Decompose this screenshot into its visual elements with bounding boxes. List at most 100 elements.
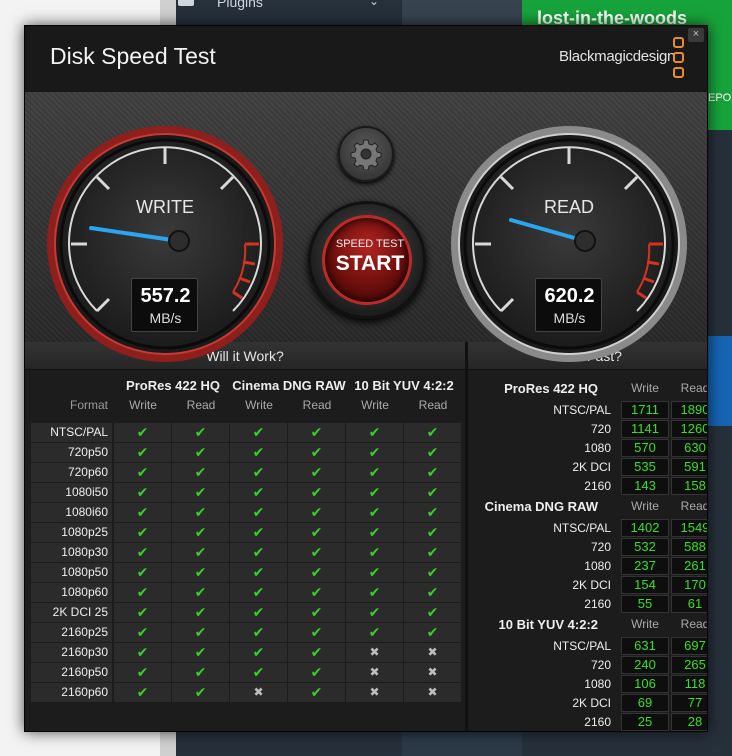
checkmark-icon: ✔ [288,563,345,582]
write-column-label: Write [631,499,659,513]
codec-header: 10 Bit YUV 4:2:2 [354,378,454,393]
read-column-label: Read [680,499,708,513]
cross-icon: ✖ [404,663,461,682]
table-row: 1080 570 630 [468,439,707,458]
checkmark-icon: ✔ [230,603,287,622]
table-row: 2160p60 ✔ ✔ ✖ ✔ ✖ ✖ [31,683,461,703]
checkmark-icon: ✔ [346,543,403,562]
write-fps-value: 631 [621,637,669,655]
read-speed-unit: MB/s [553,310,586,326]
table-row: 2K DCI 69 77 [468,694,707,713]
table-row: 2160 55 61 [468,595,707,614]
checkmark-icon: ✔ [404,623,461,642]
read-fps-value: 158 [671,477,707,495]
checkmark-icon: ✔ [172,603,229,622]
background-plugins-label[interactable]: Plugins [217,0,263,10]
checkmark-icon: ✔ [346,443,403,462]
table-row: NTSC/PAL ✔ ✔ ✔ ✔ ✔ ✔ [31,423,461,443]
format-column-label: Format [69,398,108,412]
format-label: 2160p50 [31,663,112,682]
table-row: 1080i60 ✔ ✔ ✔ ✔ ✔ ✔ [31,503,461,523]
checkmark-icon: ✔ [404,443,461,462]
checkmark-icon: ✔ [288,463,345,482]
write-fps-value: 240 [621,656,669,674]
table-row: NTSC/PAL 1711 1890 [468,401,707,420]
results-area: Will it Work? How Fast? ProRes 422 HQ Ci… [25,342,708,731]
checkmark-icon: ✔ [346,483,403,502]
checkmark-icon: ✔ [114,443,171,462]
table-row: 2K DCI 25 ✔ ✔ ✔ ✔ ✔ ✔ [31,603,461,623]
write-column-label: Write [245,398,273,412]
format-label: 2160p60 [31,683,112,702]
write-column-label: Write [361,398,389,412]
format-label: 2160p25 [31,623,112,642]
checkmark-icon: ✔ [346,583,403,602]
table-row: 2160p25 ✔ ✔ ✔ ✔ ✔ ✔ [31,623,461,643]
format-label: 2160 [584,715,611,729]
app-title: Disk Speed Test [50,43,216,69]
background-green-sub: EPO [708,92,732,104]
read-fps-value: 1260 [671,420,707,438]
write-fps-value: 1402 [621,519,669,537]
checkmark-icon: ✔ [288,523,345,542]
write-column-label: Write [631,617,659,631]
read-fps-value: 265 [671,656,707,674]
checkmark-icon: ✔ [230,463,287,482]
checkmark-icon: ✔ [404,603,461,622]
checkmark-icon: ✔ [404,463,461,482]
codec-header: Cinema DNG RAW [484,499,598,514]
write-speed-unit: MB/s [149,310,182,326]
checkmark-icon: ✔ [288,503,345,522]
checkmark-icon: ✔ [230,563,287,582]
table-row: 2160p30 ✔ ✔ ✔ ✔ ✖ ✖ [31,643,461,663]
codec-header: 10 Bit YUV 4:2:2 [498,617,598,632]
start-main-label: START [335,252,405,275]
format-label: 2K DCI 25 [31,603,112,622]
write-fps-value: 535 [621,458,669,476]
checkmark-icon: ✔ [288,483,345,502]
checkmark-icon: ✔ [114,683,171,702]
write-fps-value: 570 [621,439,669,457]
read-fps-value: 77 [671,694,707,712]
write-gauge: WRITE 557.2 MB/s [45,124,285,369]
table-row: 2160p50 ✔ ✔ ✔ ✔ ✖ ✖ [31,663,461,683]
table-row: 1080 106 118 [468,675,707,694]
checkmark-icon: ✔ [346,503,403,522]
checkmark-icon: ✔ [172,583,229,602]
table-row: 1080p25 ✔ ✔ ✔ ✔ ✔ ✔ [31,523,461,543]
read-gauge-label: READ [543,197,594,217]
table-row: 2K DCI 535 591 [468,458,707,477]
start-top-label: SPEED TEST [335,238,405,250]
cross-icon: ✖ [346,683,403,702]
table-row: NTSC/PAL 1402 1549 [468,519,707,538]
gauge-panel: WRITE 557.2 MB/s SPEED TEST START READ 6… [25,92,707,362]
read-column-label: Read [418,398,448,412]
format-label: 2160 [584,479,611,493]
settings-button[interactable] [338,126,394,182]
read-column-label: Read [302,398,332,412]
title-bar: Disk Speed Test Blackmagicdesign × [25,26,707,92]
cross-icon: ✖ [404,683,461,702]
read-fps-value: 118 [671,675,707,693]
read-readout: 620.2 MB/s [535,278,602,332]
background-sidebar-header [402,0,522,26]
write-fps-value: 143 [621,477,669,495]
codec-header: Cinema DNG RAW [232,378,346,393]
brand-name: Blackmagicdesign [559,48,676,65]
format-label: 1080i50 [31,483,112,502]
table-row: 1080p50 ✔ ✔ ✔ ✔ ✔ ✔ [31,563,461,583]
format-label: 720 [590,540,611,554]
table-row: 720p60 ✔ ✔ ✔ ✔ ✔ ✔ [31,463,461,483]
checkmark-icon: ✔ [404,563,461,582]
background-blue-bar [706,336,732,426]
table-row: 1080i50 ✔ ✔ ✔ ✔ ✔ ✔ [31,483,461,503]
checkmark-icon: ✔ [172,503,229,522]
start-button[interactable]: SPEED TEST START [308,201,426,319]
format-label: 2160 [584,597,611,611]
read-fps-value: 588 [671,538,707,556]
format-label: NTSC/PAL [31,423,112,442]
checkmark-icon: ✔ [114,483,171,502]
format-label: 720p60 [31,463,112,482]
close-button[interactable]: × [688,28,704,42]
table-row: 1080p60 ✔ ✔ ✔ ✔ ✔ ✔ [31,583,461,603]
